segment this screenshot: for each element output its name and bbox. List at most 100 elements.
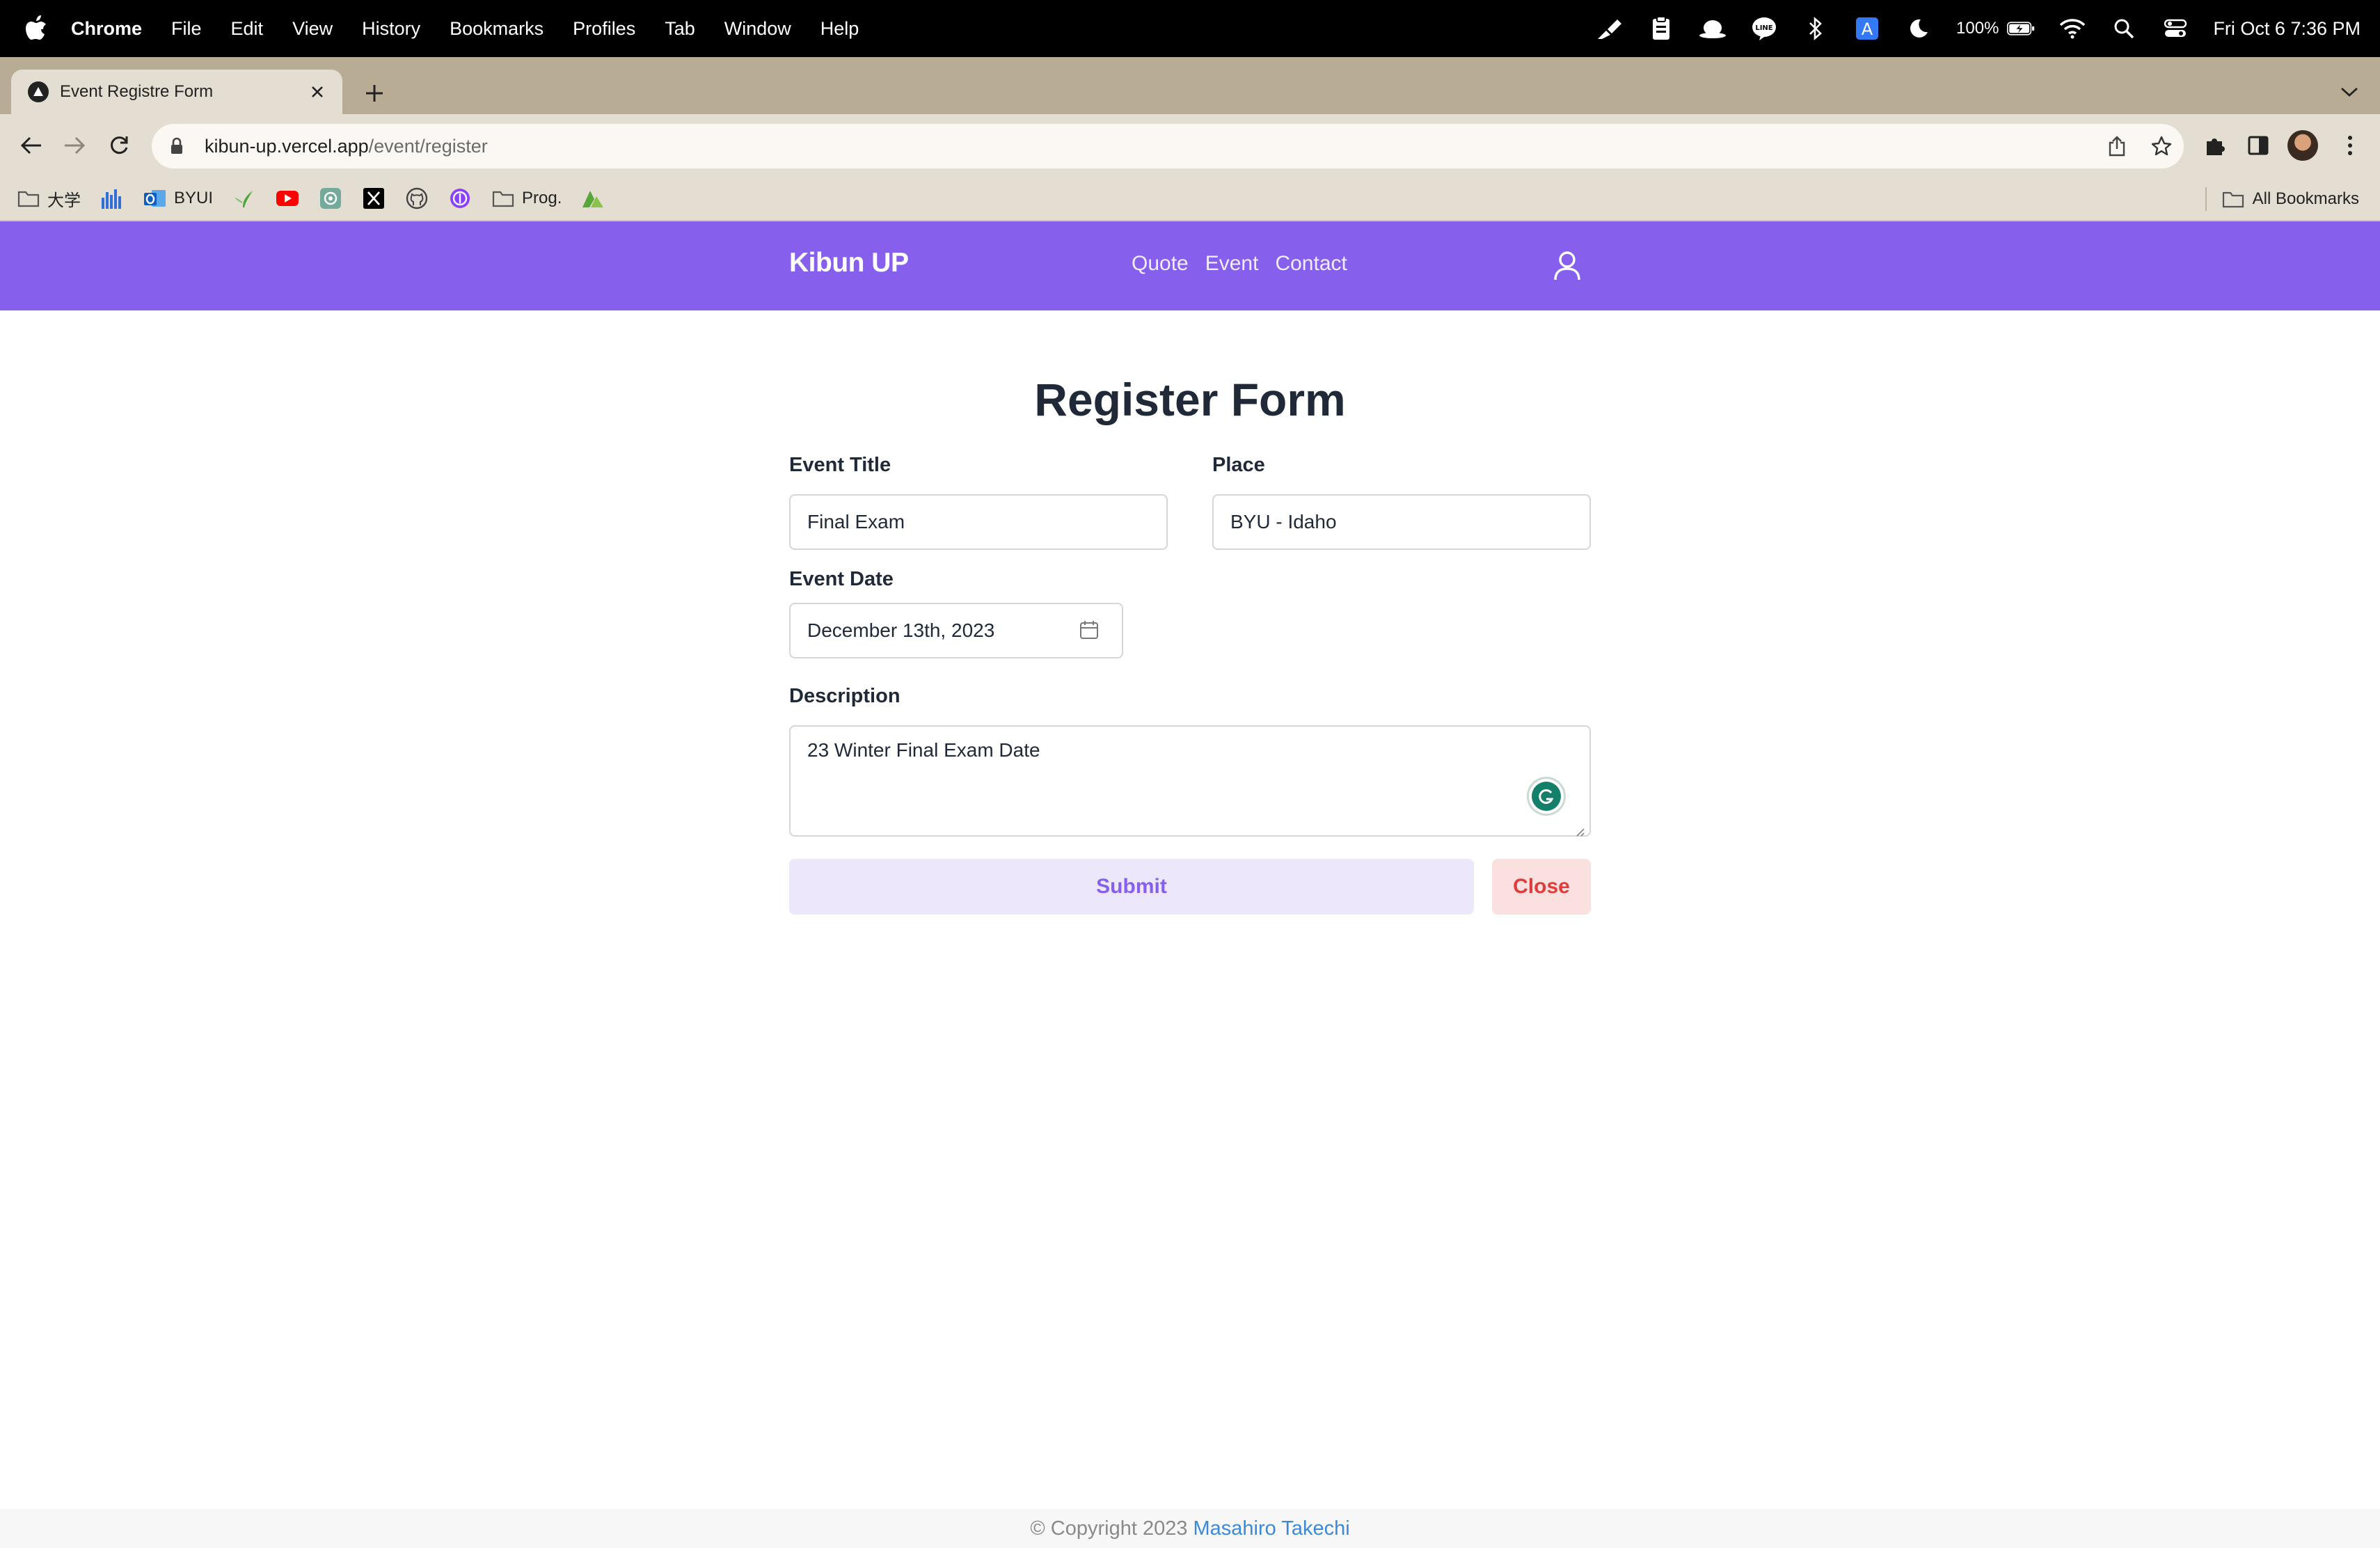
- bookmark-github[interactable]: [405, 187, 429, 210]
- bookmark-label: BYUI: [174, 189, 214, 207]
- bookmark-proton[interactable]: [448, 187, 472, 210]
- url-host: kibun-up.vercel.app: [205, 135, 369, 157]
- event-title-value: Final Exam: [807, 511, 905, 532]
- profile-avatar[interactable]: [2287, 129, 2319, 161]
- menu-tab[interactable]: Tab: [665, 18, 695, 40]
- input-source-icon[interactable]: A: [1853, 15, 1881, 42]
- battery-percentage: 100%: [1956, 19, 1999, 38]
- nav-link-event[interactable]: Event: [1205, 252, 1259, 276]
- bookmark-folder-daigaku[interactable]: 大学: [17, 187, 81, 211]
- chrome-menu-kebab-icon[interactable]: [2334, 129, 2366, 161]
- menu-bar-clock[interactable]: Fri Oct 6 7:36 PM: [2213, 18, 2361, 40]
- folder-icon: [2222, 190, 2244, 208]
- tab-close-icon[interactable]: [306, 81, 328, 103]
- event-date-picker[interactable]: December 13th, 2023: [789, 603, 1123, 658]
- address-bar[interactable]: kibun-up.vercel.app/event/register: [152, 124, 2184, 168]
- site-nav: Quote Event Contact: [1132, 252, 1347, 276]
- event-date-label: Event Date: [789, 568, 894, 590]
- menu-app-name[interactable]: Chrome: [71, 18, 142, 40]
- reload-icon[interactable]: [103, 129, 135, 161]
- lock-icon[interactable]: [170, 136, 189, 156]
- description-value: 23 Winter Final Exam Date: [807, 739, 1040, 761]
- menu-history[interactable]: History: [362, 18, 420, 40]
- battery-icon[interactable]: [2007, 15, 2035, 42]
- event-title-input[interactable]: Final Exam: [789, 494, 1168, 550]
- cloud-hat-icon[interactable]: [1699, 15, 1727, 42]
- nav-link-contact[interactable]: Contact: [1275, 252, 1347, 276]
- menu-profiles[interactable]: Profiles: [573, 18, 635, 40]
- bookmark-youtube[interactable]: [276, 187, 299, 210]
- browser-toolbar: kibun-up.vercel.app/event/register: [0, 114, 2380, 177]
- spotlight-search-icon[interactable]: [2110, 15, 2138, 42]
- new-tab-plus-icon[interactable]: [359, 78, 390, 109]
- macos-menu-bar: Chrome File Edit View History Bookmarks …: [0, 0, 2380, 57]
- youtube-icon: [276, 187, 299, 210]
- place-label: Place: [1212, 454, 1265, 476]
- menu-file[interactable]: File: [171, 18, 202, 40]
- side-panel-icon[interactable]: [2242, 129, 2274, 161]
- folder-icon: [17, 187, 40, 210]
- bookmarks-separator: [2205, 187, 2207, 211]
- svg-text:LINE: LINE: [1755, 24, 1772, 32]
- active-tab[interactable]: Event Registre Form: [11, 70, 342, 114]
- copyright-text: © Copyright 2023: [1030, 1517, 1188, 1540]
- vercel-like-icon: [581, 187, 605, 210]
- proton-icon: [448, 187, 472, 210]
- bookmark-chatgpt[interactable]: [319, 187, 342, 210]
- site-favicon-icon: [28, 81, 49, 102]
- bookmark-analytics[interactable]: [100, 187, 124, 210]
- menu-window[interactable]: Window: [724, 18, 791, 40]
- bookmark-label: 大学: [47, 191, 81, 210]
- bookmark-star-icon[interactable]: [2148, 132, 2175, 160]
- submit-button[interactable]: Submit: [789, 859, 1474, 915]
- bookmarks-bar: 大学 BYUI Prog. All Bookmarks: [0, 177, 2380, 221]
- page-title: Register Form: [1034, 374, 1346, 425]
- menu-help[interactable]: Help: [820, 18, 859, 40]
- github-icon: [405, 187, 429, 210]
- browser-tab-strip: Event Registre Form: [0, 57, 2380, 114]
- bookmark-leaf-app[interactable]: [581, 187, 605, 210]
- bookmark-x[interactable]: [362, 187, 386, 210]
- site-header: Kibun UP Quote Event Contact: [0, 221, 2380, 310]
- all-bookmarks-label: All Bookmarks: [2252, 189, 2359, 208]
- forward-arrow-icon[interactable]: [58, 129, 90, 161]
- grammarly-icon[interactable]: [1527, 777, 1566, 816]
- place-input[interactable]: BYU - Idaho: [1212, 494, 1591, 550]
- url-path: /event/register: [368, 135, 488, 157]
- focus-moon-icon[interactable]: [1905, 15, 1933, 42]
- author-link[interactable]: Masahiro Takechi: [1193, 1517, 1350, 1540]
- site-brand-logo[interactable]: Kibun UP: [789, 248, 909, 278]
- back-arrow-icon[interactable]: [15, 129, 47, 161]
- outlook-icon: [143, 187, 167, 210]
- calendar-icon[interactable]: [1077, 618, 1101, 642]
- bookmark-byui[interactable]: BYUI: [143, 187, 213, 210]
- extensions-puzzle-icon[interactable]: [2199, 129, 2231, 161]
- resize-handle-icon[interactable]: [1574, 820, 1585, 837]
- pen-tool-icon[interactable]: [1596, 15, 1624, 42]
- bluetooth-icon[interactable]: [1802, 15, 1830, 42]
- share-icon[interactable]: [2103, 132, 2131, 160]
- line-app-icon[interactable]: LINE: [1750, 15, 1778, 42]
- bookmark-sprout[interactable]: [232, 187, 256, 210]
- profile-photo-icon: [2287, 130, 2318, 161]
- x-icon: [362, 187, 386, 210]
- wifi-icon[interactable]: [2058, 15, 2086, 42]
- description-textarea[interactable]: 23 Winter Final Exam Date: [789, 725, 1591, 837]
- user-account-icon[interactable]: [1549, 248, 1585, 284]
- all-bookmarks-button[interactable]: All Bookmarks: [2205, 177, 2359, 221]
- clipboard-icon[interactable]: [1647, 15, 1675, 42]
- analytics-icon: [100, 187, 124, 210]
- event-title-label: Event Title: [789, 454, 891, 476]
- bookmark-folder-prog[interactable]: Prog.: [491, 187, 562, 210]
- menu-edit[interactable]: Edit: [231, 18, 264, 40]
- tab-search-chevron-down-icon[interactable]: [2335, 78, 2363, 106]
- apple-logo-icon[interactable]: [25, 15, 49, 42]
- close-button[interactable]: Close: [1492, 859, 1591, 915]
- folder-icon: [491, 187, 515, 210]
- control-center-icon[interactable]: [2161, 15, 2189, 42]
- menu-bar-status-area: LINE A 100% Fri Oct 6 7:36 PM: [1596, 0, 2361, 57]
- menu-bookmarks[interactable]: Bookmarks: [450, 18, 544, 40]
- menu-view[interactable]: View: [292, 18, 333, 40]
- nav-link-quote[interactable]: Quote: [1132, 252, 1189, 276]
- tab-title: Event Registre Form: [60, 82, 214, 101]
